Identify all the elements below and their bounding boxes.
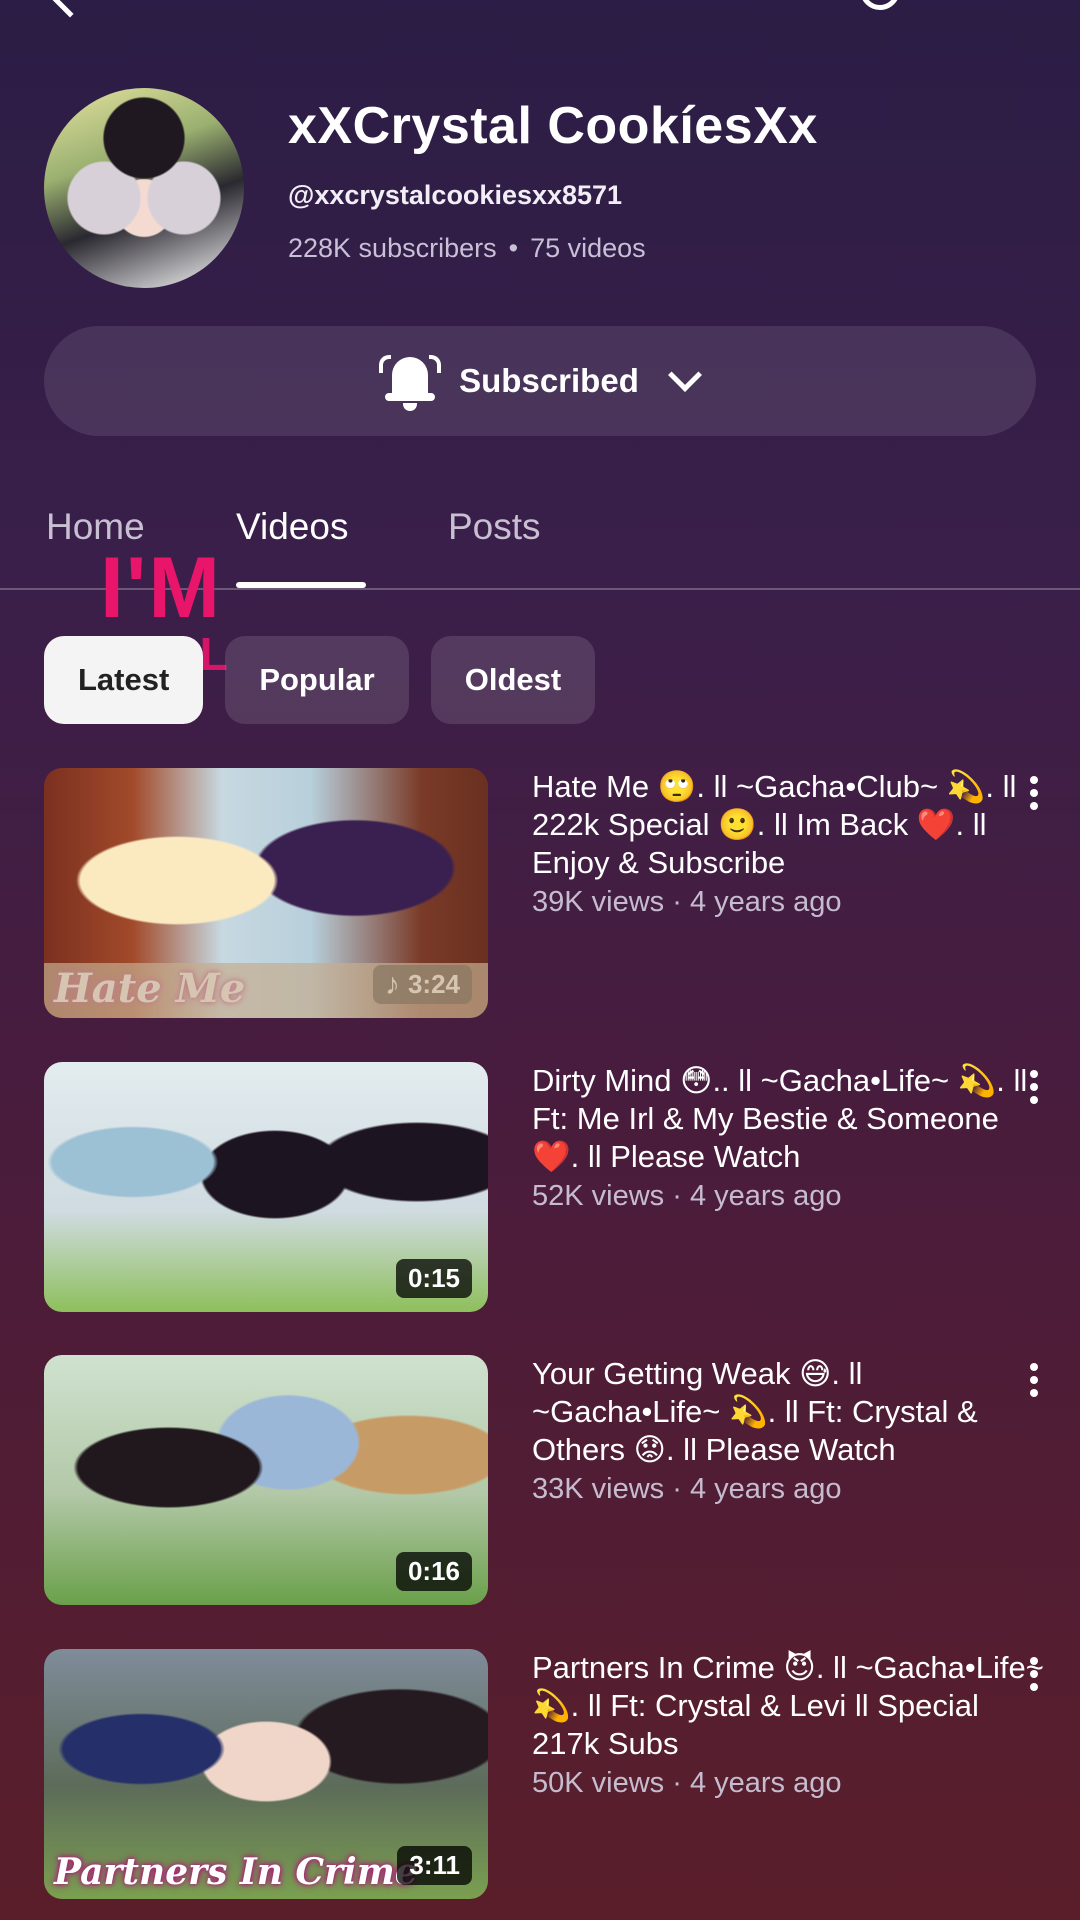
- video-meta: 33K views · 4 years ago: [532, 1473, 842, 1505]
- video-title[interactable]: Your Getting Weak 😅. ll ~Gacha•Life~ 💫. …: [532, 1355, 1052, 1469]
- channel-name: xXCrystal CookíesXx: [288, 97, 818, 155]
- video-meta: 39K views · 4 years ago: [532, 886, 842, 918]
- duration-text: 0:15: [407, 1263, 460, 1293]
- tab-posts[interactable]: Posts: [448, 506, 541, 548]
- more-vert-icon[interactable]: [1028, 1363, 1040, 1403]
- thumbnail-caption: Partners In Crime: [54, 1851, 418, 1893]
- duration-badge: 3:11: [397, 1846, 472, 1885]
- back-arrow-icon[interactable]: [44, 0, 96, 18]
- music-note-icon: ♪: [384, 967, 400, 1001]
- bell-icon: [379, 351, 442, 411]
- video-thumbnail[interactable]: Partners In Crime 3:11: [44, 1649, 488, 1899]
- overlay-sticker: I'M STILL: [100, 540, 228, 677]
- video-item[interactable]: Partners In Crime 3:11 Partners In Crime…: [44, 1649, 1044, 1899]
- tab-videos[interactable]: Videos: [236, 506, 348, 548]
- thumbnail-caption: Hate Me: [54, 965, 246, 1012]
- video-title[interactable]: Dirty Mind 😳.. ll ~Gacha•Life~ 💫. ll Ft:…: [532, 1062, 1052, 1176]
- duration-badge: ♪ 3:24: [372, 965, 472, 1004]
- video-meta: 52K views · 4 years ago: [532, 1180, 842, 1212]
- top-app-bar: [0, 0, 1080, 20]
- filter-chips: Latest Popular Oldest: [44, 636, 596, 724]
- video-title[interactable]: Hate Me 🙄. ll ~Gacha•Club~ 💫. ll 222k Sp…: [532, 768, 1052, 882]
- more-vert-icon[interactable]: [1028, 1657, 1040, 1697]
- video-title[interactable]: Partners In Crime 😈. ll ~Gacha•Life~ 💫. …: [532, 1649, 1052, 1763]
- video-thumbnail[interactable]: 0:16: [44, 1355, 488, 1605]
- video-thumbnail[interactable]: 0:15: [44, 1062, 488, 1312]
- duration-text: 3:24: [407, 969, 460, 999]
- sticker-text-big: I'M: [100, 540, 222, 636]
- subscribed-button[interactable]: Subscribed: [44, 326, 1036, 436]
- video-item[interactable]: 0:15 Dirty Mind 😳.. ll ~Gacha•Life~ 💫. l…: [44, 1062, 1044, 1312]
- video-thumbnail[interactable]: Hate Me ♪ 3:24: [44, 768, 488, 1018]
- channel-handle: @xxcrystalcookiesxx8571: [288, 180, 623, 210]
- more-vert-icon[interactable]: [1028, 1070, 1040, 1110]
- video-meta: 50K views · 4 years ago: [532, 1767, 842, 1799]
- chip-oldest[interactable]: Oldest: [430, 636, 596, 724]
- stats-separator: •: [508, 233, 519, 263]
- chip-latest[interactable]: Latest: [44, 636, 204, 724]
- chip-popular[interactable]: Popular: [225, 636, 409, 724]
- channel-avatar[interactable]: [44, 88, 244, 288]
- video-count: 75 videos: [530, 233, 646, 263]
- channel-stats: 228K subscribers • 75 videos: [288, 233, 646, 264]
- video-item[interactable]: Hate Me ♪ 3:24 Hate Me 🙄. ll ~Gacha•Club…: [44, 768, 1044, 1018]
- duration-badge: 0:16: [395, 1552, 472, 1591]
- chevron-down-icon: [667, 358, 702, 392]
- subscriber-count: 228K subscribers: [288, 233, 497, 263]
- duration-text: 3:11: [409, 1850, 460, 1880]
- more-vert-icon[interactable]: [1028, 776, 1040, 816]
- subscribed-label: Subscribed: [459, 362, 639, 399]
- video-item[interactable]: 0:16 Your Getting Weak 😅. ll ~Gacha•Life…: [44, 1355, 1044, 1605]
- duration-text: 0:16: [407, 1556, 460, 1586]
- duration-badge: 0:15: [395, 1259, 472, 1298]
- search-icon[interactable]: [860, 0, 900, 10]
